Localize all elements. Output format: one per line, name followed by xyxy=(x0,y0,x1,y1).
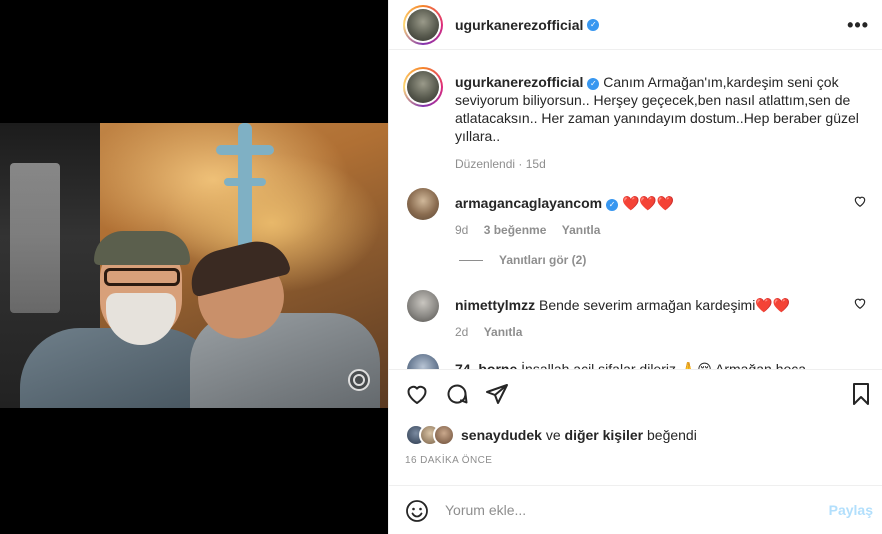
comment-age: 2d xyxy=(455,325,469,339)
caption-age: 15d xyxy=(525,157,546,171)
share-paper-plane-icon[interactable] xyxy=(485,382,509,406)
commenter-username[interactable]: 74_borne xyxy=(455,361,517,369)
comment-likes[interactable]: 3 beğenme xyxy=(484,223,547,237)
commenter-username[interactable]: nimettylmzz xyxy=(455,297,535,313)
comments-list[interactable]: ugurkanerezofficial ✓ Canım Armağan'ım,ka… xyxy=(389,51,882,369)
like-heart-icon[interactable] xyxy=(405,382,429,406)
comment-text: Bende severim armağan kardeşimi❤️❤️ xyxy=(539,297,791,313)
comment-text: İnşallah acil şifalar dileriz 🙏😔 Armağan… xyxy=(521,361,807,369)
liker-avatar xyxy=(433,424,455,446)
commenter-avatar[interactable] xyxy=(407,290,439,322)
verified-badge-icon: ✓ xyxy=(587,18,600,31)
replies-divider-line xyxy=(459,259,483,261)
liked-by-user[interactable]: senaydudek xyxy=(461,427,542,443)
more-options-icon[interactable]: ••• xyxy=(847,15,869,36)
post-timestamp[interactable]: 16 DAKİKA ÖNCE xyxy=(405,455,492,466)
liked-by-connector: ve xyxy=(545,427,561,443)
comment-input[interactable] xyxy=(445,498,815,522)
post-side-panel: ugurkanerezofficial ✓ ••• ugurkanerezoff… xyxy=(388,0,882,534)
post-modal: ugurkanerezofficial ✓ ••• ugurkanerezoff… xyxy=(0,0,882,534)
add-comment-bar: Paylaş xyxy=(389,485,882,534)
commenter-avatar[interactable] xyxy=(407,188,439,220)
commenter-avatar[interactable] xyxy=(407,354,439,369)
liked-by-avatars[interactable] xyxy=(405,424,457,446)
comment-bubble-icon[interactable] xyxy=(445,382,469,406)
verified-badge-icon: ✓ xyxy=(587,78,600,90)
emoji-icon[interactable] xyxy=(405,499,429,523)
reply-button[interactable]: Yanıtla xyxy=(484,325,523,339)
post-comment-button[interactable]: Paylaş xyxy=(829,502,873,518)
post-photo[interactable] xyxy=(0,123,388,408)
post-actions-bar xyxy=(389,369,882,417)
reply-button[interactable]: Yanıtla xyxy=(562,223,601,237)
view-replies-button[interactable]: Yanıtları gör (2) xyxy=(459,253,586,267)
commenter-username[interactable]: armagancaglayancom xyxy=(455,195,602,211)
comment-like-heart-icon[interactable] xyxy=(853,296,867,310)
save-bookmark-icon[interactable] xyxy=(849,382,873,406)
user-tags-icon[interactable] xyxy=(348,369,370,391)
caption-author-avatar[interactable] xyxy=(403,67,443,107)
post-media[interactable] xyxy=(0,0,388,534)
comment-like-heart-icon[interactable] xyxy=(853,194,867,208)
edited-label: Düzenlendi xyxy=(455,157,516,171)
comment-text: ❤️❤️❤️ xyxy=(621,195,675,211)
liked-by-suffix: beğendi xyxy=(647,427,697,443)
author-username[interactable]: ugurkanerezofficial xyxy=(455,17,583,33)
post-header: ugurkanerezofficial ✓ ••• xyxy=(389,0,882,50)
author-avatar[interactable] xyxy=(403,4,443,45)
comment-age: 9d xyxy=(455,223,469,237)
liked-by-row[interactable]: senaydudek ve diğer kişiler beğendi xyxy=(405,424,697,446)
view-replies-label: Yanıtları gör (2) xyxy=(499,253,587,267)
liked-by-others[interactable]: diğer kişiler xyxy=(565,427,644,443)
verified-badge-icon: ✓ xyxy=(606,199,619,211)
caption-author-username[interactable]: ugurkanerezofficial xyxy=(455,74,583,90)
